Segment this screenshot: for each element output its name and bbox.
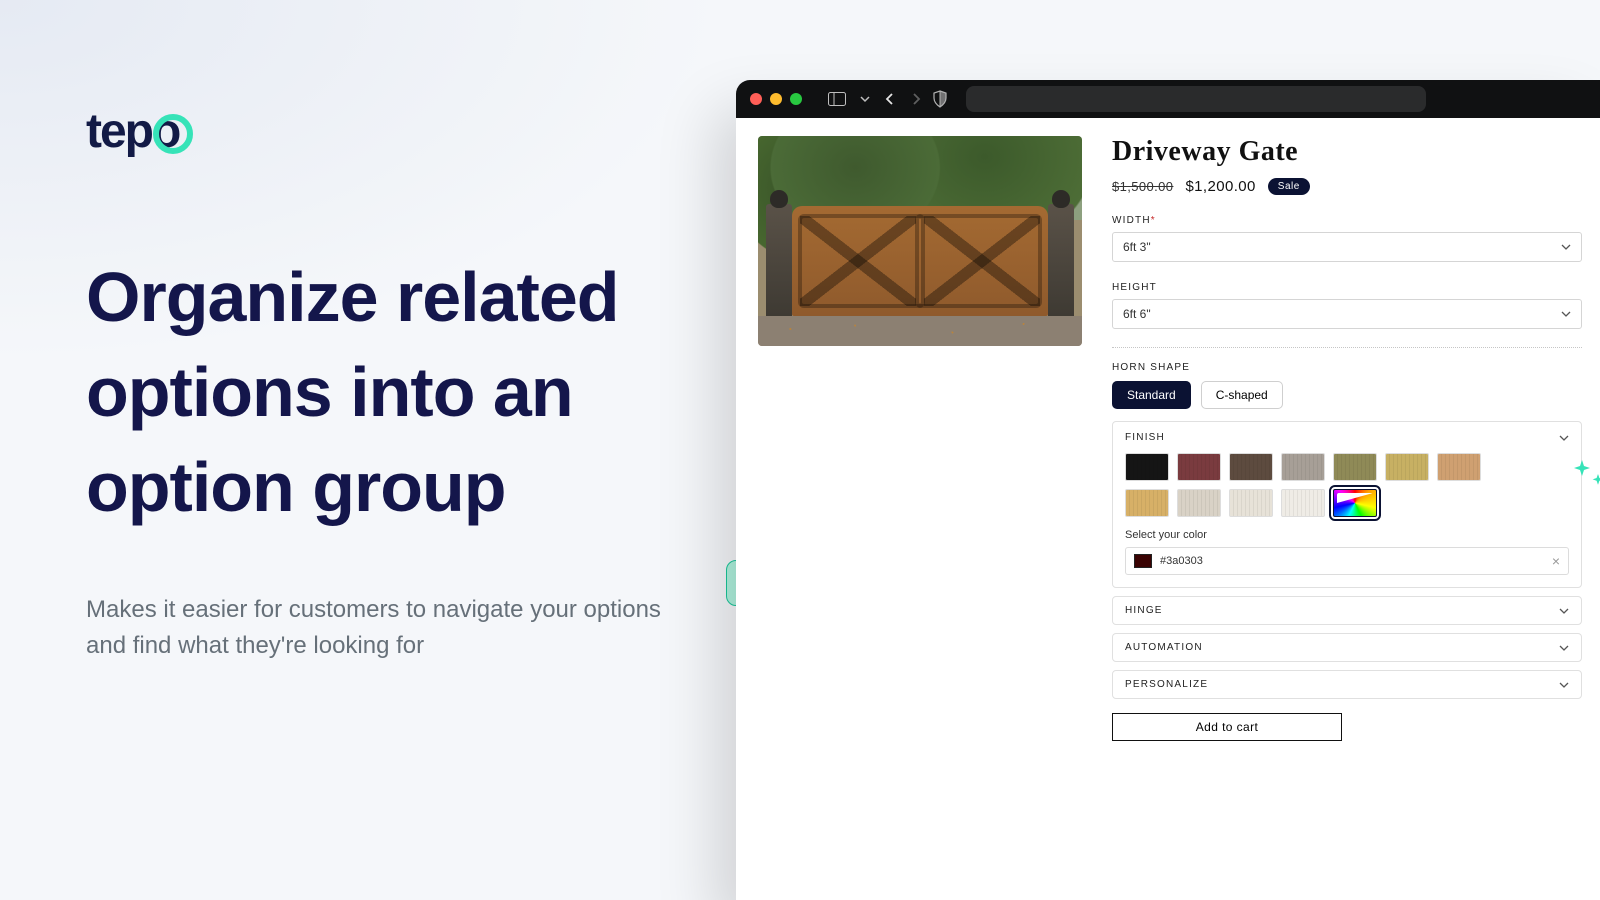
url-bar[interactable] [966,86,1426,112]
finish-swatch-1[interactable] [1177,453,1221,481]
finish-swatch-11[interactable] [1333,489,1377,517]
chevron-down-icon [1559,643,1569,653]
finish-swatch-3[interactable] [1281,453,1325,481]
chevron-down-icon [1559,606,1569,616]
headline-line-3: option group [86,448,506,526]
hero-headline: Organize related options into an option … [86,250,686,536]
color-chip [1134,554,1152,568]
sparkle-icon [1568,456,1600,496]
finish-swatch-9[interactable] [1229,489,1273,517]
hero-subheadline: Makes it easier for customers to navigat… [86,592,661,663]
brand-logo: tepo [86,108,179,156]
chevron-down-icon [1559,433,1569,443]
sale-badge: Sale [1268,178,1310,195]
width-select[interactable]: 6ft 3" [1112,232,1582,262]
height-value: 6ft 6" [1123,307,1151,321]
horn-shape-cshaped[interactable]: C-shaped [1201,381,1283,409]
maximize-window-button[interactable] [790,93,802,105]
color-value-row[interactable]: #3a0303 × [1125,547,1569,575]
finish-swatches [1125,453,1569,517]
finish-swatch-5[interactable] [1385,453,1429,481]
headline-line-1: Organize related [86,258,619,336]
browser-window: Driveway Gate $1,500.00 $1,200.00 Sale W… [736,80,1600,900]
height-label: HEIGHT [1112,282,1582,293]
divider [1112,347,1582,348]
price-original: $1,500.00 [1112,179,1173,194]
chevron-down-icon [1559,680,1569,690]
price-row: $1,500.00 $1,200.00 Sale [1112,178,1582,195]
product-title: Driveway Gate [1112,136,1582,168]
width-value: 6ft 3" [1123,240,1151,254]
finish-swatch-10[interactable] [1281,489,1325,517]
finish-group: FINISH Select your color #3a0303 × [1112,421,1582,588]
horn-shape-label: HORN SHAPE [1112,362,1582,373]
automation-group[interactable]: AUTOMATION [1112,633,1582,662]
height-select[interactable]: 6ft 6" [1112,299,1582,329]
finish-swatch-4[interactable] [1333,453,1377,481]
headline-line-2: options into an [86,353,573,431]
finish-swatch-0[interactable] [1125,453,1169,481]
color-picker-label: Select your color [1125,529,1569,541]
personalize-group[interactable]: PERSONALIZE [1112,670,1582,699]
clear-color-icon[interactable]: × [1552,553,1560,569]
chevron-down-icon [1561,242,1571,252]
hinge-group[interactable]: HINGE [1112,596,1582,625]
horn-shape-standard[interactable]: Standard [1112,381,1191,409]
finish-group-header[interactable]: FINISH [1125,432,1569,443]
price-sale: $1,200.00 [1185,178,1255,195]
finish-swatch-8[interactable] [1177,489,1221,517]
privacy-shield-icon[interactable] [932,90,948,108]
brand-name: tepo [86,108,179,156]
back-icon[interactable] [884,92,896,106]
color-hex: #3a0303 [1160,555,1203,567]
sidebar-toggle-icon[interactable] [828,92,846,106]
product-image[interactable] [758,136,1082,346]
add-to-cart-button[interactable]: Add to cart [1112,713,1342,741]
minimize-window-button[interactable] [770,93,782,105]
browser-toolbar [736,80,1600,118]
chevron-down-icon[interactable] [860,94,870,104]
finish-swatch-2[interactable] [1229,453,1273,481]
width-label: WIDTH* [1112,215,1582,226]
forward-icon[interactable] [910,92,922,106]
close-window-button[interactable] [750,93,762,105]
chevron-down-icon [1561,309,1571,319]
finish-swatch-7[interactable] [1125,489,1169,517]
finish-swatch-6[interactable] [1437,453,1481,481]
traffic-lights [750,93,802,105]
